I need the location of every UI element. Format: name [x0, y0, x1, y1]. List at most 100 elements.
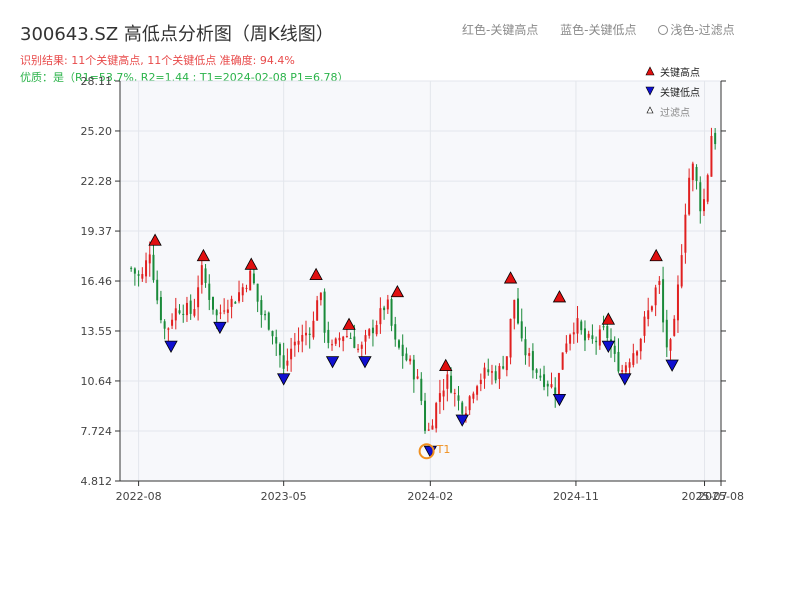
candle-body: [543, 374, 546, 387]
candle-body: [662, 279, 665, 323]
candle-body: [234, 302, 237, 304]
candle-body: [275, 337, 278, 344]
candle-body: [323, 291, 326, 333]
candle-body: [706, 175, 709, 202]
candle-body: [371, 327, 374, 334]
candle-body: [505, 356, 508, 371]
candle-body: [654, 287, 657, 306]
candle-body: [163, 321, 166, 329]
candle-body: [286, 360, 289, 366]
candle-body: [509, 318, 512, 358]
candle-body: [561, 352, 564, 370]
candle-body: [498, 365, 501, 379]
candle-body: [278, 344, 281, 356]
candle-body: [197, 287, 200, 308]
candle-body: [215, 310, 218, 316]
candle-body: [624, 365, 627, 372]
candle-body: [293, 341, 296, 346]
candle-body: [502, 366, 505, 369]
legend-high-icon: [645, 66, 655, 76]
candle-body: [658, 280, 661, 285]
candle-body: [245, 287, 248, 289]
candle-body: [271, 330, 274, 337]
candle-body: [260, 300, 263, 315]
y-tick-label: 16.46: [81, 275, 113, 288]
candle-body: [249, 270, 252, 291]
candle-body: [636, 351, 639, 356]
candle-body: [219, 312, 222, 314]
candle-body: [461, 402, 464, 414]
candle-body: [420, 378, 423, 401]
candle-body: [453, 392, 456, 394]
candle-body: [133, 268, 136, 274]
candle-body: [424, 400, 427, 431]
candle-body: [349, 337, 352, 339]
x-tick-label: 2024-11: [553, 490, 599, 503]
y-tick-label: 19.37: [81, 225, 113, 238]
candle-body: [156, 279, 159, 301]
candle-body: [345, 336, 348, 338]
candle-body: [193, 309, 196, 316]
candle-body: [714, 132, 717, 145]
candle-body: [476, 386, 479, 395]
candle-body: [304, 332, 307, 336]
candle-body: [431, 425, 434, 430]
candle-body: [397, 340, 400, 348]
candle-body: [282, 355, 285, 369]
candle-body: [572, 332, 575, 335]
candle-body: [145, 260, 148, 277]
candle-body: [401, 344, 404, 357]
candle-body: [576, 318, 579, 334]
candle-body: [695, 166, 698, 181]
candle-body: [684, 214, 687, 253]
candle-body: [208, 283, 211, 300]
y-tick-label: 4.812: [81, 475, 113, 488]
y-tick-label: 22.28: [81, 175, 113, 188]
candle-body: [621, 370, 624, 372]
x-tick-label: 2022-08: [116, 490, 162, 503]
candle-body: [487, 369, 490, 373]
y-tick-label: 28.11: [81, 75, 113, 88]
t1-label: T1: [436, 443, 451, 456]
candle-body: [230, 298, 233, 307]
candle-body: [617, 351, 620, 372]
candle-body: [688, 177, 691, 215]
candle-body: [189, 300, 192, 314]
candle-body: [264, 314, 267, 316]
candle-body: [446, 374, 449, 389]
candle-body: [517, 298, 520, 324]
candle-body: [490, 371, 493, 373]
candle-body: [680, 255, 683, 287]
candle-body: [334, 338, 337, 344]
candle-body: [591, 335, 594, 340]
candle-body: [331, 344, 334, 346]
candle-body: [531, 351, 534, 371]
candle-body: [174, 308, 177, 321]
candle-body: [639, 338, 642, 352]
candle-body: [587, 333, 590, 338]
candle-body: [319, 292, 322, 301]
candle-body: [643, 316, 646, 336]
candle-body: [528, 353, 531, 356]
candle-body: [524, 339, 527, 356]
candle-body: [457, 395, 460, 401]
candle-body: [364, 335, 367, 342]
candle-body: [178, 310, 181, 314]
candle-body: [427, 429, 430, 431]
candle-body: [353, 336, 356, 348]
legend-label: 过滤点: [660, 106, 690, 119]
candle-body: [583, 328, 586, 341]
candle-body: [546, 383, 549, 387]
candle-body: [182, 313, 185, 315]
candle-body: [602, 326, 605, 328]
candle-body: [241, 287, 244, 296]
candle-body: [390, 299, 393, 326]
candle-body: [167, 328, 170, 330]
candle-body: [327, 329, 330, 343]
candle-body: [613, 345, 616, 354]
candle-body: [595, 340, 598, 343]
candle-body: [665, 319, 668, 348]
candle-body: [472, 393, 475, 399]
candle-body: [442, 390, 445, 397]
candle-body: [691, 163, 694, 181]
